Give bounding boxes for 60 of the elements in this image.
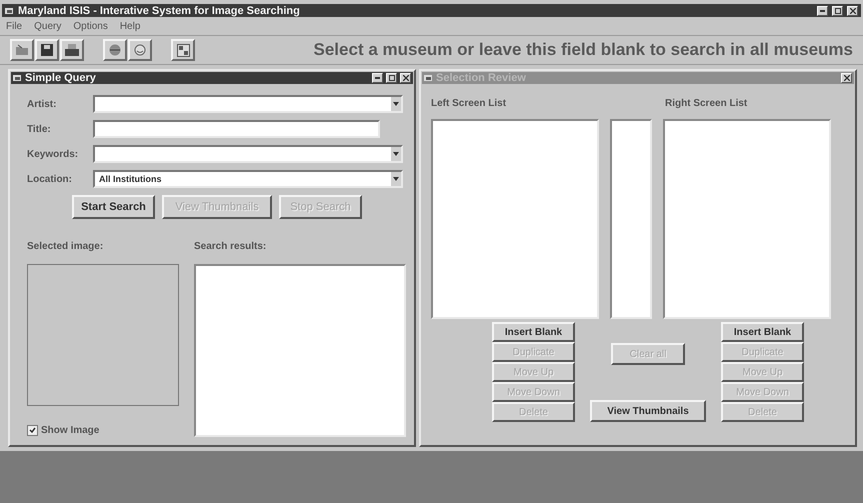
close-button[interactable] <box>847 6 858 16</box>
dropdown-arrow-icon <box>393 102 399 106</box>
button[interactable]: Insert Blank <box>492 322 575 342</box>
menu-item[interactable]: Help <box>120 20 140 32</box>
results-list[interactable] <box>194 264 406 437</box>
layout-button[interactable] <box>171 39 195 61</box>
left-screen-list[interactable] <box>431 119 599 319</box>
dropdown-arrow-icon <box>393 152 399 156</box>
combo-box[interactable] <box>93 95 403 113</box>
field-label: Keywords: <box>27 148 80 160</box>
close-icon <box>850 8 856 14</box>
window-title: Maryland ISIS - Interative System for Image Searching <box>18 4 301 16</box>
check-icon <box>29 427 36 434</box>
printer-icon <box>65 44 79 56</box>
sphere-button[interactable] <box>103 39 127 61</box>
open-button[interactable] <box>10 39 34 61</box>
status-hint: Select a museum or leave this field blank to search in all museums <box>314 40 853 60</box>
dropdown-arrow-icon <box>393 177 399 181</box>
list-label: Left Screen List <box>431 98 508 109</box>
menu-item[interactable]: File <box>6 20 22 32</box>
menu-item[interactable]: Query <box>34 20 62 32</box>
maximize-button[interactable] <box>832 6 843 16</box>
input-field[interactable] <box>93 120 380 138</box>
right-screen-list[interactable] <box>663 119 831 319</box>
close-button[interactable] <box>841 73 852 83</box>
smiley-button[interactable] <box>128 39 152 61</box>
minimize-button[interactable] <box>372 73 383 83</box>
maximize-button[interactable] <box>386 73 397 83</box>
field-label: Title: <box>27 124 52 134</box>
field-label: Location: <box>27 174 73 184</box>
sphere-icon <box>109 44 121 56</box>
minimize-button[interactable] <box>817 6 828 16</box>
button[interactable]: Insert Blank <box>721 322 804 342</box>
section-label: Search results: <box>194 241 268 252</box>
layout-icon <box>176 44 190 56</box>
close-icon <box>402 75 408 81</box>
middle-list[interactable] <box>610 119 652 319</box>
button[interactable]: Start Search <box>72 195 155 219</box>
maximize-icon <box>388 75 394 81</box>
minimize-icon <box>375 77 380 79</box>
show-image-checkbox[interactable]: Show Image <box>27 425 100 436</box>
close-button[interactable] <box>400 73 411 83</box>
window-title: Simple Query <box>25 72 97 84</box>
smiley-icon <box>134 44 146 56</box>
app-icon <box>13 74 22 82</box>
save-button[interactable] <box>35 39 59 61</box>
maximize-icon <box>834 8 840 14</box>
combo-box[interactable]: All Institutions <box>93 170 403 188</box>
print-button[interactable] <box>60 39 84 61</box>
combo-box[interactable] <box>93 145 403 163</box>
menu-item[interactable]: Options <box>73 20 108 32</box>
app-icon <box>424 74 433 82</box>
list-label: Right Screen List <box>665 98 748 109</box>
app-icon <box>5 6 14 14</box>
close-icon <box>844 75 850 81</box>
field-label: Artist: <box>27 98 58 110</box>
button[interactable]: View Thumbnails <box>590 400 706 422</box>
minimize-icon <box>820 10 825 12</box>
folder-icon <box>15 44 29 56</box>
section-label: Selected image: <box>27 241 104 252</box>
